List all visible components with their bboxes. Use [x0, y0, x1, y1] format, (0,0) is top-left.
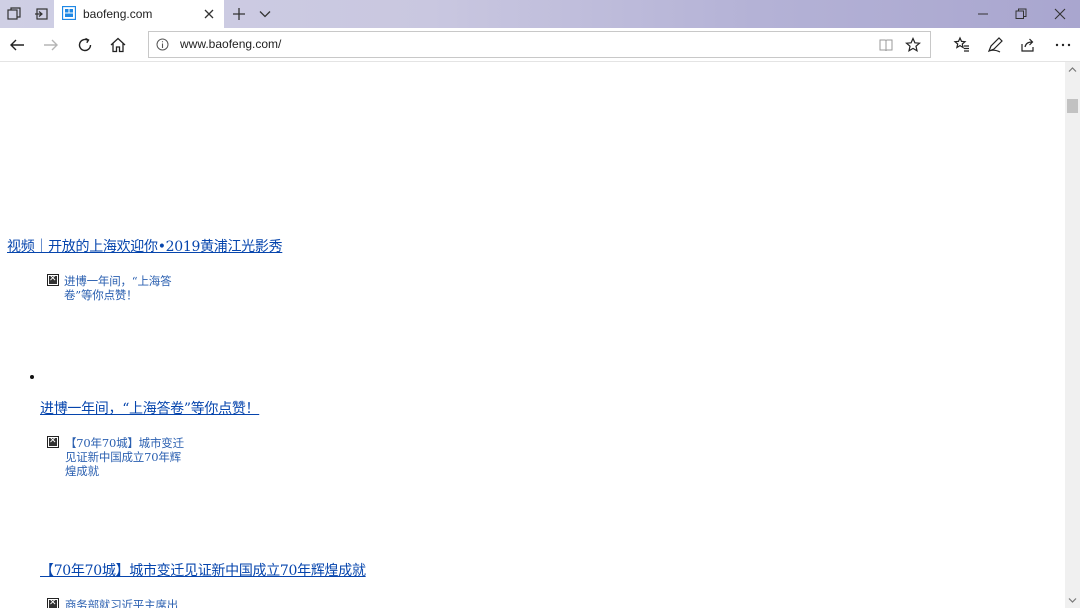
close-icon: [1054, 8, 1066, 20]
favorites-hub-icon[interactable]: [953, 36, 971, 54]
forward-icon[interactable]: [42, 36, 60, 54]
title-bar: baofeng.com: [0, 0, 1080, 28]
restore-icon: [1015, 8, 1027, 19]
reading-view-icon[interactable]: [878, 37, 894, 53]
scroll-thumb[interactable]: [1067, 99, 1078, 113]
restore-button[interactable]: [1006, 0, 1036, 28]
site-info-icon[interactable]: [156, 38, 169, 51]
new-tab-icon: [233, 8, 245, 20]
news-link[interactable]: 【70年70城】城市变迁见证新中国成立70年辉煌成就: [40, 562, 366, 580]
tab-title: baofeng.com: [83, 7, 153, 21]
list-bullet: [30, 375, 34, 379]
headline-link[interactable]: 视频｜开放的上海欢迎你•2019黄浦江光影秀: [7, 238, 283, 256]
baofeng-favicon-icon: [62, 6, 76, 20]
add-notes-icon[interactable]: [986, 36, 1004, 54]
image-alt-text: 【70年70城】城市变迁见证新中国成立70年辉煌成就: [65, 436, 184, 478]
minimize-icon: [978, 13, 988, 15]
set-aside-tabs-button[interactable]: [27, 0, 54, 28]
favorite-star-icon[interactable]: [905, 37, 921, 53]
tab-manager-button[interactable]: [0, 0, 27, 28]
home-icon[interactable]: [109, 36, 127, 54]
tab-list-button[interactable]: [254, 0, 276, 28]
back-icon[interactable]: [8, 36, 26, 54]
minimize-button[interactable]: [960, 0, 1006, 28]
broken-image-icon: [47, 273, 59, 286]
address-bar[interactable]: www.baofeng.com/: [148, 31, 931, 58]
vertical-scrollbar[interactable]: [1065, 62, 1080, 608]
news-link[interactable]: 进博一年间，“上海答卷”等你点赞！: [40, 400, 260, 418]
tab-manager-icon: [6, 7, 21, 20]
close-window-button[interactable]: [1040, 0, 1080, 28]
refresh-icon[interactable]: [76, 36, 94, 54]
broken-image-icon: [47, 435, 59, 448]
navigation-bar: www.baofeng.com/: [0, 28, 1080, 62]
image-alt-text: 商务部就习近平主席出: [65, 598, 178, 608]
tab-baofeng[interactable]: baofeng.com: [54, 0, 224, 28]
tab-close-icon[interactable]: [202, 7, 216, 21]
more-icon[interactable]: [1054, 36, 1072, 54]
url-text[interactable]: www.baofeng.com/: [180, 37, 281, 52]
scroll-up-icon[interactable]: [1068, 65, 1077, 74]
image-alt-text: 进博一年间，“上海答卷”等你点赞！: [64, 274, 172, 302]
broken-image-icon: [47, 597, 59, 608]
set-aside-tabs-icon: [34, 8, 48, 20]
share-icon[interactable]: [1019, 36, 1037, 54]
scroll-down-icon[interactable]: [1068, 596, 1077, 605]
tab-list-icon: [259, 11, 271, 18]
new-tab-button[interactable]: [228, 0, 250, 28]
page-viewport: 视频｜开放的上海欢迎你•2019黄浦江光影秀 进博一年间，“上海答卷”等你点赞！…: [0, 62, 1065, 608]
